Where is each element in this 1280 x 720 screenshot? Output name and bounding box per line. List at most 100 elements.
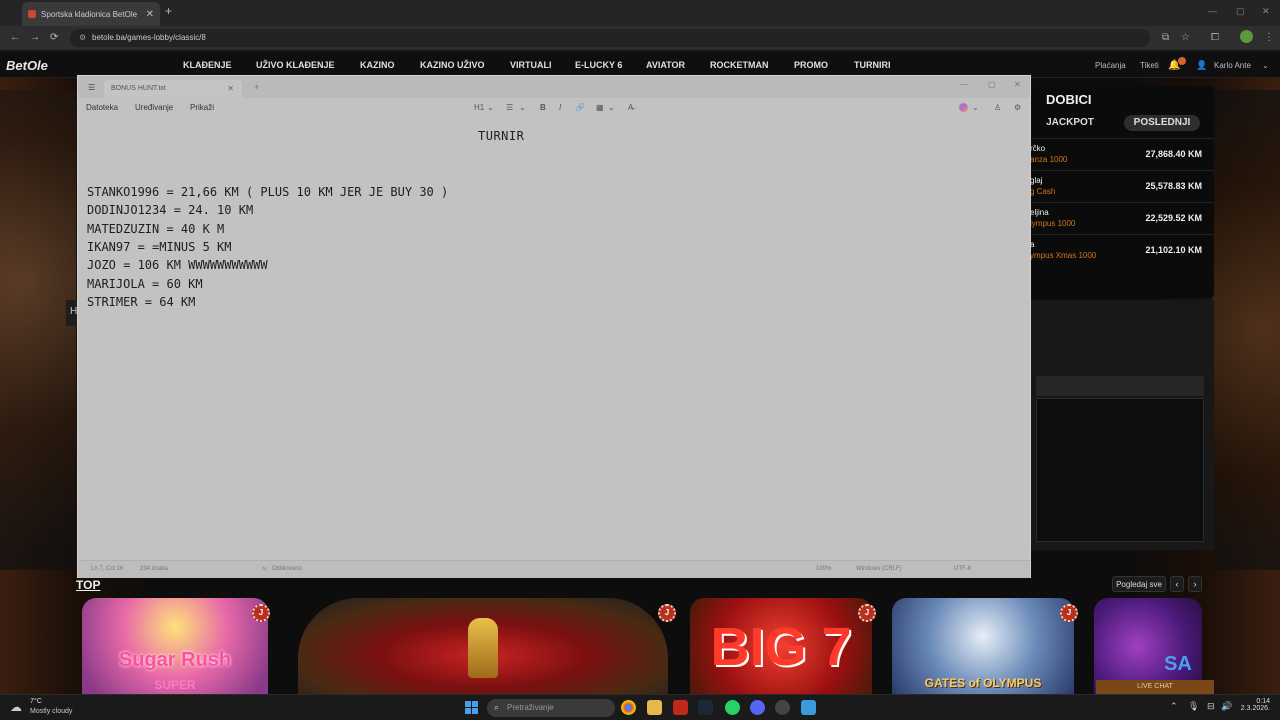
settings-gear-icon[interactable]: ⚙ [1014, 103, 1021, 112]
taskbar-clock[interactable]: 0:14 2.3.2026. [1240, 698, 1270, 712]
account-icon[interactable]: ♙ [994, 103, 1001, 112]
game-tile-sugar-rush[interactable]: Sugar Rush SUPER [82, 598, 268, 694]
new-tab-button[interactable]: + [165, 4, 172, 18]
crown-icon [468, 618, 498, 678]
menu-view[interactable]: Prikaži [190, 103, 214, 112]
nav-aviator[interactable]: AVIATOR [646, 60, 685, 70]
notepad-minimize-icon[interactable]: — [960, 80, 968, 89]
user-menu-chevron-icon[interactable]: ⌄ [1262, 61, 1269, 70]
chrome-icon[interactable] [621, 700, 636, 715]
background-decoration-right [1212, 90, 1280, 570]
side-panel-content [1036, 398, 1204, 542]
winner-row[interactable]: a ympus Xmas 1000 21,102.10 KM [1030, 234, 1214, 266]
winner-row[interactable]: rčko anza 1000 27,868.40 KM [1030, 138, 1214, 170]
extensions-icon[interactable]: ⧠ [1211, 32, 1219, 43]
nav-e-lucky-6[interactable]: E-LUCKY 6 [575, 60, 622, 70]
winner-amount: 22,529.52 KM [1145, 213, 1202, 223]
install-app-icon[interactable]: ⧉ [1162, 32, 1169, 43]
tickets-link[interactable]: Tiketi [1140, 61, 1159, 70]
network-icon[interactable]: ⊟ [1207, 701, 1215, 712]
tab-jackpot[interactable]: JACKPOT [1036, 115, 1104, 131]
menu-file[interactable]: Datoteka [86, 103, 118, 112]
weather-temp[interactable]: 7°C [30, 698, 42, 705]
nav-rocketman[interactable]: ROCKETMAN [710, 60, 769, 70]
menu-edit[interactable]: Uređivanje [135, 103, 173, 112]
document-line: STRIMER = 64 KM [87, 295, 196, 309]
notepad-taskbar-icon[interactable] [801, 700, 816, 715]
zoom-level[interactable]: 100% [816, 566, 831, 572]
bold-button[interactable]: B [540, 103, 546, 112]
browser-addressbar: ← → ⟳ ⚙ betole.ba/games-lobby/classic/8 … [0, 26, 1280, 50]
copilot-chevron-icon[interactable]: ⌄ [972, 103, 979, 112]
tab-close-icon[interactable]: ✕ [146, 9, 154, 20]
url-field[interactable]: ⚙ betole.ba/games-lobby/classic/8 [70, 29, 1150, 47]
browser-menu-icon[interactable]: ⋮ [1264, 32, 1274, 43]
heading-chevron-icon[interactable]: ⌄ [487, 103, 494, 112]
site-info-icon[interactable]: ⚙ [79, 33, 86, 42]
user-name[interactable]: Karlo Ante [1214, 61, 1251, 70]
app-red-icon[interactable] [673, 700, 688, 715]
italic-button[interactable]: I [559, 103, 561, 112]
payments-link[interactable]: Plaćanja [1095, 61, 1126, 70]
maximize-icon[interactable]: ▢ [1236, 6, 1245, 17]
notepad-new-tab-icon[interactable]: + [254, 82, 259, 92]
nav-kazino[interactable]: KAZINO [360, 60, 395, 70]
start-button[interactable] [465, 701, 478, 714]
reload-icon[interactable]: ⟳ [50, 32, 58, 43]
formatting-status[interactable]: Oblikovano [272, 566, 302, 572]
bookmark-star-icon[interactable]: ☆ [1181, 32, 1190, 43]
game-tile-big7[interactable]: BIG 7 [690, 598, 872, 694]
next-arrow-button[interactable]: › [1188, 576, 1202, 592]
discord-icon[interactable] [750, 700, 765, 715]
forward-icon[interactable]: → [30, 32, 40, 43]
close-window-icon[interactable]: ✕ [1262, 6, 1270, 17]
copilot-icon[interactable] [959, 103, 968, 112]
see-all-button[interactable]: Pogledaj sve [1112, 576, 1166, 592]
list-chevron-icon[interactable]: ⌄ [519, 103, 526, 112]
list-icon[interactable]: ☰ [506, 103, 513, 112]
steam-icon[interactable] [698, 700, 713, 715]
volume-icon[interactable]: 🔊 [1221, 701, 1232, 712]
profile-avatar[interactable] [1240, 30, 1253, 43]
nav-uzivo-kladenje[interactable]: UŽIVO KLAĐENJE [256, 60, 335, 70]
heading-dropdown[interactable]: H1 [474, 103, 484, 112]
minimize-icon[interactable]: — [1208, 6, 1217, 16]
notepad-close-icon[interactable]: ✕ [1014, 80, 1021, 89]
winner-row[interactable]: glaj g Cash 25,578.83 KM [1030, 170, 1214, 202]
microphone-icon[interactable]: 🎙 [1188, 701, 1199, 712]
encoding[interactable]: UTF-8 [954, 566, 971, 572]
table-icon[interactable]: ▦ [596, 103, 604, 112]
nav-turniri[interactable]: TURNIRI [854, 60, 891, 70]
live-chat-button[interactable]: LIVE CHAT [1096, 680, 1214, 694]
file-explorer-icon[interactable] [647, 700, 662, 715]
browser-tab[interactable]: Sportska kladionica BetOle ✕ [22, 2, 160, 26]
tray-chevron-icon[interactable]: ⌃ [1170, 701, 1178, 712]
whatsapp-icon[interactable] [725, 700, 740, 715]
nav-kazino-uzivo[interactable]: KAZINO UŽIVO [420, 60, 485, 70]
weather-cloud-icon[interactable]: ☁ [10, 700, 22, 714]
winner-name: eljina [1030, 208, 1049, 217]
notepad-maximize-icon[interactable]: ▢ [988, 80, 996, 89]
notepad-tab-close-icon[interactable]: ✕ [227, 84, 234, 93]
clear-formatting-icon[interactable]: A̶ [628, 103, 633, 112]
link-icon[interactable]: 🔗 [575, 103, 585, 112]
obs-icon[interactable] [775, 700, 790, 715]
notepad-tab[interactable]: BONUS HUNT.txt ✕ [104, 80, 242, 98]
prev-arrow-button[interactable]: ‹ [1170, 576, 1184, 592]
tab-posljednji[interactable]: POSLEDNJI [1124, 115, 1200, 131]
notepad-editor[interactable]: TURNIR STANKO1996 = 21,66 KM ( PLUS 10 K… [78, 118, 1030, 560]
game-tile-gates-of-olympus[interactable]: GATES of OLYMPUS [892, 598, 1074, 694]
user-icon[interactable]: 👤 [1196, 60, 1207, 71]
table-chevron-icon[interactable]: ⌄ [608, 103, 615, 112]
nav-promo[interactable]: PROMO [794, 60, 828, 70]
line-ending[interactable]: Windows (CRLF) [856, 566, 902, 572]
back-icon[interactable]: ← [10, 32, 20, 43]
nav-virtuali[interactable]: VIRTUALI [510, 60, 552, 70]
nav-kladenje[interactable]: KLAĐENJE [183, 60, 232, 70]
game-tile-featured[interactable] [298, 598, 668, 694]
site-logo[interactable]: BetOle [6, 58, 48, 73]
formatting-icon[interactable]: ✎ [262, 566, 267, 573]
winner-row[interactable]: eljina lympus 1000 22,529.52 KM [1030, 202, 1214, 234]
weather-desc[interactable]: Mostly cloudy [30, 708, 72, 715]
taskbar-search[interactable]: ⌕ Pretraživanje [487, 699, 615, 717]
